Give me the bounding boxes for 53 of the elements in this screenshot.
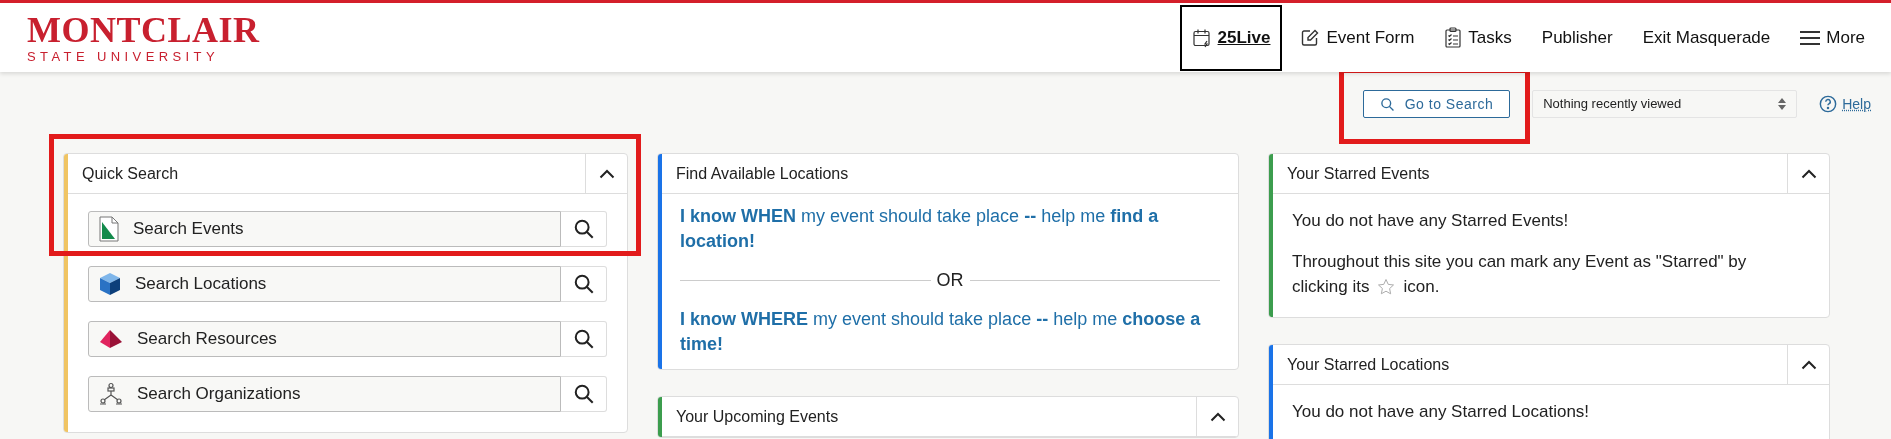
search-button[interactable]	[561, 266, 607, 302]
document-icon	[99, 216, 119, 242]
cube-icon	[99, 272, 121, 296]
search-button[interactable]	[561, 211, 607, 247]
find-location-link[interactable]: I know WHEN my event should take place -- help me find a location!	[680, 204, 1220, 254]
search-button[interactable]	[561, 321, 607, 357]
panel-title: Quick Search	[81, 163, 180, 184]
nav-tab[interactable]: Exit Masquerade	[1630, 4, 1783, 71]
clipboard-icon	[1444, 27, 1463, 48]
go-to-search-button[interactable]: Go to Search	[1362, 90, 1511, 118]
university-logo[interactable]: MONTCLAIR STATE UNIVERSITY	[27, 12, 260, 63]
panel-title: Your Starred Locations	[1286, 354, 1451, 375]
menu-icon	[1800, 29, 1821, 46]
pyramid-icon	[99, 329, 123, 349]
org-chart-icon	[99, 382, 123, 406]
empty-message: You do not have any Starred Locations!	[1292, 401, 1591, 423]
choose-time-link[interactable]: I know WHERE my event should take place -- help me choose a time!	[680, 307, 1220, 357]
hint-text: Throughout this site you can mark any Event as "Starred" by	[1292, 251, 1748, 273]
sort-arrows-icon	[1778, 98, 1787, 110]
logo-subtitle: STATE UNIVERSITY	[27, 50, 220, 63]
nav-tab[interactable]: 25Live	[1179, 4, 1283, 71]
star-icon	[1377, 277, 1396, 296]
search-button[interactable]	[561, 376, 607, 412]
help-icon	[1819, 95, 1838, 113]
edit-icon	[1300, 27, 1321, 48]
chevron-up-icon	[1209, 411, 1226, 422]
nav-tab[interactable]: Tasks	[1432, 4, 1524, 71]
nav-tab[interactable]: More	[1788, 4, 1877, 71]
quick-search-item[interactable]: Search Locations	[88, 266, 561, 302]
nav-tab[interactable]: Event Form	[1288, 4, 1427, 71]
hint-text: clicking its	[1292, 276, 1370, 298]
panel-title: Find Available Locations	[675, 163, 850, 184]
search-icon	[572, 383, 595, 405]
chevron-up-icon	[1800, 359, 1817, 370]
help-link[interactable]: Help	[1819, 93, 1871, 115]
quick-search-item[interactable]: Search Events	[88, 211, 561, 247]
search-icon	[572, 273, 595, 295]
search-icon	[572, 328, 595, 350]
chevron-up-icon	[598, 168, 615, 179]
quick-search-item[interactable]: Search Organizations	[88, 376, 561, 412]
calendar-icon	[1191, 27, 1212, 48]
nav-tab[interactable]: Publisher	[1529, 4, 1625, 71]
search-icon	[572, 218, 595, 240]
divider-label: OR	[936, 269, 964, 292]
quick-search-item[interactable]: Search Resources	[88, 321, 561, 357]
panel-title: Your Upcoming Events	[675, 406, 840, 427]
recently-viewed-select[interactable]: Nothing recently viewed	[1532, 90, 1798, 118]
panel-title: Your Starred Events	[1286, 163, 1431, 184]
chevron-up-icon	[1800, 168, 1817, 179]
hint-text: icon.	[1403, 276, 1440, 298]
search-icon	[1379, 96, 1395, 112]
logo-wordmark: MONTCLAIR	[27, 12, 260, 48]
empty-message: You do not have any Starred Events!	[1292, 210, 1570, 232]
